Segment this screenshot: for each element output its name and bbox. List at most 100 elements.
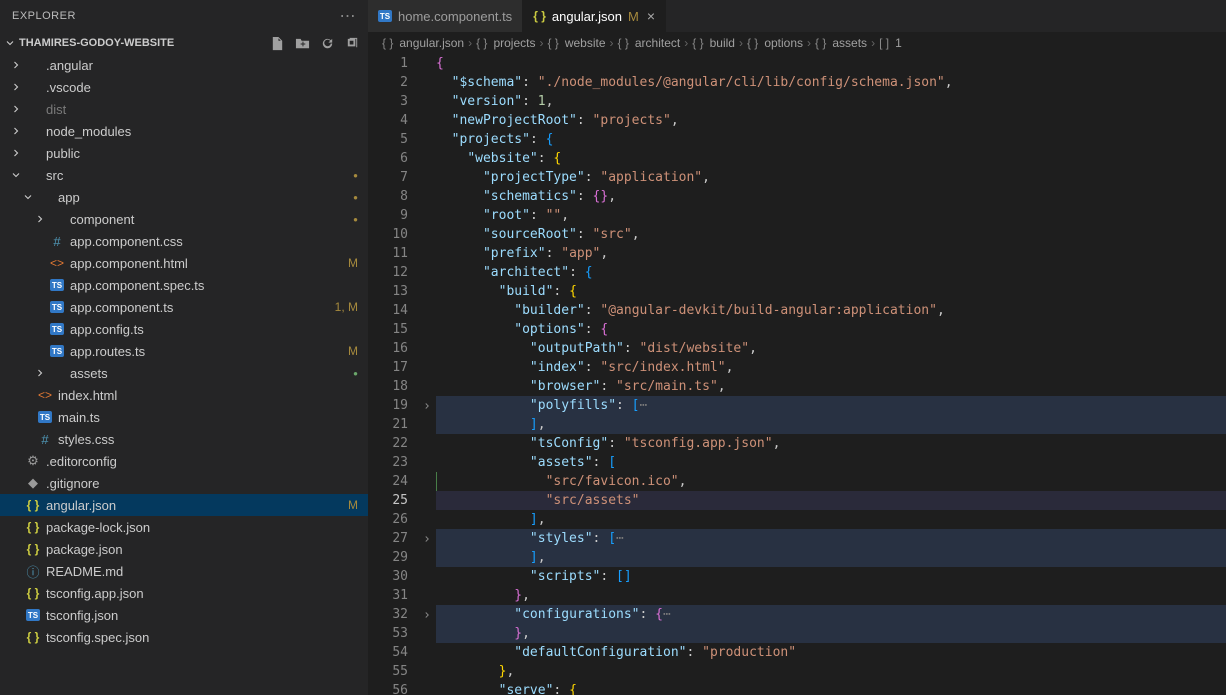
code-line[interactable]: "src/assets" bbox=[436, 491, 1226, 510]
breadcrumb-item[interactable]: options bbox=[764, 36, 803, 50]
collapse-all-icon[interactable] bbox=[345, 36, 360, 51]
breadcrumb-item[interactable]: website bbox=[565, 36, 606, 50]
tree-file[interactable]: { }tsconfig.app.json bbox=[0, 582, 368, 604]
tree-folder[interactable]: assets● bbox=[0, 362, 368, 384]
code-line[interactable]: "outputPath": "dist/website", bbox=[436, 339, 1226, 358]
code-line[interactable]: "build": { bbox=[436, 282, 1226, 301]
tree-file[interactable]: TSapp.component.ts1, M bbox=[0, 296, 368, 318]
code-line[interactable]: "scripts": [] bbox=[436, 567, 1226, 586]
tree-file[interactable]: <>index.html bbox=[0, 384, 368, 406]
code-line[interactable]: "styles": [⋯ bbox=[436, 529, 1226, 548]
tree-file[interactable]: { }package-lock.json bbox=[0, 516, 368, 538]
code-line[interactable]: ], bbox=[436, 548, 1226, 567]
tree-file[interactable]: ⓘREADME.md bbox=[0, 560, 368, 582]
code-line[interactable]: "polyfills": [⋯ bbox=[436, 396, 1226, 415]
code-line[interactable]: "root": "", bbox=[436, 206, 1226, 225]
fold-toggle[interactable] bbox=[418, 529, 436, 548]
code-line[interactable]: "index": "src/index.html", bbox=[436, 358, 1226, 377]
editor-tab[interactable]: { }angular.jsonM× bbox=[523, 0, 666, 32]
tree-file[interactable]: TSapp.routes.tsM bbox=[0, 340, 368, 362]
tree-item-label: app.component.ts bbox=[70, 300, 331, 315]
file-icon: ◆ bbox=[24, 475, 42, 491]
breadcrumb-item[interactable]: 1 bbox=[895, 36, 902, 50]
chevron-right-icon: › bbox=[871, 36, 875, 50]
tree-folder[interactable]: .angular bbox=[0, 54, 368, 76]
line-number: 22 bbox=[368, 434, 414, 453]
code-line[interactable]: }, bbox=[436, 586, 1226, 605]
code-line[interactable]: "schematics": {}, bbox=[436, 187, 1226, 206]
code-line[interactable]: "builder": "@angular-devkit/build-angula… bbox=[436, 301, 1226, 320]
code-line[interactable]: "version": 1, bbox=[436, 92, 1226, 111]
tree-folder[interactable]: dist bbox=[0, 98, 368, 120]
new-file-icon[interactable] bbox=[270, 36, 285, 51]
tree-file[interactable]: { }tsconfig.spec.json bbox=[0, 626, 368, 648]
code-editor[interactable]: 1234567891011121314151617181921222324252… bbox=[368, 54, 1226, 695]
editor-tab[interactable]: TShome.component.ts bbox=[368, 0, 523, 32]
tree-file[interactable]: TSapp.config.ts bbox=[0, 318, 368, 340]
code-content[interactable]: { "$schema": "./node_modules/@angular/cl… bbox=[436, 54, 1226, 695]
fold-toggle[interactable] bbox=[418, 396, 436, 415]
code-line[interactable]: "architect": { bbox=[436, 263, 1226, 282]
tree-folder[interactable]: node_modules bbox=[0, 120, 368, 142]
modified-indicator: M bbox=[628, 9, 639, 24]
code-line[interactable]: "$schema": "./node_modules/@angular/cli/… bbox=[436, 73, 1226, 92]
line-number: 30 bbox=[368, 567, 414, 586]
breadcrumb-icon: { } bbox=[547, 36, 558, 50]
breadcrumb-item[interactable]: assets bbox=[832, 36, 867, 50]
fold-toggle bbox=[418, 662, 436, 681]
tree-folder[interactable]: public bbox=[0, 142, 368, 164]
close-icon[interactable]: × bbox=[647, 8, 655, 24]
refresh-icon[interactable] bbox=[320, 36, 335, 51]
tree-file[interactable]: ◆.gitignore bbox=[0, 472, 368, 494]
tree-folder[interactable]: .vscode bbox=[0, 76, 368, 98]
tree-folder[interactable]: app● bbox=[0, 186, 368, 208]
code-line[interactable]: "sourceRoot": "src", bbox=[436, 225, 1226, 244]
file-icon: TS bbox=[48, 279, 66, 291]
code-line[interactable]: "defaultConfiguration": "production" bbox=[436, 643, 1226, 662]
breadcrumb-item[interactable]: projects bbox=[493, 36, 535, 50]
tree-file[interactable]: #styles.css bbox=[0, 428, 368, 450]
code-line[interactable]: "projects": { bbox=[436, 130, 1226, 149]
fold-toggle bbox=[418, 206, 436, 225]
breadcrumb-item[interactable]: angular.json bbox=[399, 36, 464, 50]
tree-item-label: dist bbox=[46, 102, 358, 117]
code-line[interactable]: ], bbox=[436, 415, 1226, 434]
tree-folder[interactable]: component● bbox=[0, 208, 368, 230]
code-line[interactable]: "browser": "src/main.ts", bbox=[436, 377, 1226, 396]
line-number: 3 bbox=[368, 92, 414, 111]
code-line[interactable]: "prefix": "app", bbox=[436, 244, 1226, 263]
code-line[interactable]: ], bbox=[436, 510, 1226, 529]
tree-file[interactable]: TSmain.ts bbox=[0, 406, 368, 428]
tree-file[interactable]: #app.component.css bbox=[0, 230, 368, 252]
code-line[interactable]: "projectType": "application", bbox=[436, 168, 1226, 187]
tree-file[interactable]: ⚙.editorconfig bbox=[0, 450, 368, 472]
file-icon: TS bbox=[48, 345, 66, 357]
code-line[interactable]: "website": { bbox=[436, 149, 1226, 168]
line-number: 13 bbox=[368, 282, 414, 301]
code-line[interactable]: "serve": { bbox=[436, 681, 1226, 695]
tree-file[interactable]: { }angular.jsonM bbox=[0, 494, 368, 516]
breadcrumbs[interactable]: { }angular.json›{ }projects›{ }website›{… bbox=[368, 32, 1226, 54]
code-line[interactable]: }, bbox=[436, 624, 1226, 643]
line-number: 9 bbox=[368, 206, 414, 225]
more-actions-icon[interactable]: ⋯ bbox=[340, 6, 357, 26]
tree-folder[interactable]: src● bbox=[0, 164, 368, 186]
code-line[interactable]: "src/favicon.ico", bbox=[436, 472, 1226, 491]
new-folder-icon[interactable] bbox=[295, 36, 310, 51]
code-line[interactable]: { bbox=[436, 54, 1226, 73]
code-line[interactable]: "assets": [ bbox=[436, 453, 1226, 472]
tree-file[interactable]: { }package.json bbox=[0, 538, 368, 560]
tree-file[interactable]: TSapp.component.spec.ts bbox=[0, 274, 368, 296]
code-line[interactable]: "newProjectRoot": "projects", bbox=[436, 111, 1226, 130]
code-line[interactable]: "tsConfig": "tsconfig.app.json", bbox=[436, 434, 1226, 453]
tree-file[interactable]: TStsconfig.json bbox=[0, 604, 368, 626]
fold-toggle[interactable] bbox=[418, 605, 436, 624]
code-line[interactable]: "options": { bbox=[436, 320, 1226, 339]
code-line[interactable]: "configurations": {⋯ bbox=[436, 605, 1226, 624]
breadcrumb-item[interactable]: build bbox=[710, 36, 735, 50]
breadcrumb-item[interactable]: architect bbox=[635, 36, 680, 50]
project-header[interactable]: THAMIRES-GODOY-WEBSITE bbox=[0, 32, 368, 54]
code-line[interactable]: }, bbox=[436, 662, 1226, 681]
tree-file[interactable]: <>app.component.htmlM bbox=[0, 252, 368, 274]
breadcrumb-icon: { } bbox=[618, 36, 629, 50]
